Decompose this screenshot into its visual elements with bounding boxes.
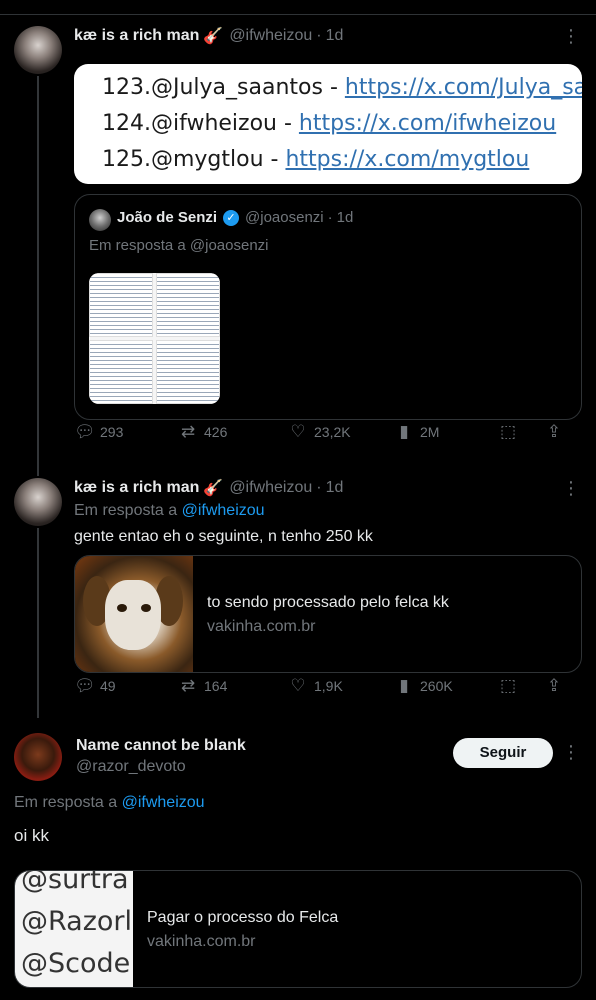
reply-context: Em resposta a @ifwheizou <box>74 502 265 519</box>
reply-button[interactable]: 💬︎ 49 <box>74 676 116 696</box>
separator-dot: · <box>316 479 322 496</box>
display-name[interactable]: kæ is a rich man <box>74 479 199 497</box>
reply-to-link[interactable]: @ifwheizou <box>122 794 205 811</box>
repost-icon: ⇄ <box>180 676 196 695</box>
link-card[interactable]: to sendo processado pelo felca kk vakinh… <box>74 555 582 673</box>
card-thumbnail <box>75 556 193 672</box>
timestamp[interactable]: 1d <box>326 479 344 497</box>
guitar-emoji: 🎸 <box>203 28 224 45</box>
like-button[interactable]: ♡ 1,9K <box>288 676 342 696</box>
tweet-header: kæ is a rich man 🎸 @ifwheizou · 1d <box>74 26 343 46</box>
views-button[interactable]: ▮ 2M <box>394 422 439 442</box>
quoted-tweet[interactable]: João de Senzi ✓ @joaosenzi · 1d Em respo… <box>74 194 582 420</box>
bookmark-icon: ⬚ <box>499 422 517 441</box>
more-icon[interactable]: ⋮ <box>561 26 581 46</box>
link-card[interactable]: @surtra @Razorl @Scode Pagar o processo … <box>14 870 582 988</box>
views-icon: ▮ <box>399 422 409 441</box>
top-divider <box>0 14 596 15</box>
card-title: to sendo processado pelo felca kk <box>207 594 449 611</box>
repost-button[interactable]: ⇄ 164 <box>178 676 227 696</box>
like-button[interactable]: ♡ 23,2K <box>288 422 350 442</box>
display-name[interactable]: kæ is a rich man <box>74 27 199 45</box>
reply-context: Em resposta a @ifwheizou <box>14 794 205 811</box>
follow-button[interactable]: Seguir <box>453 738 553 768</box>
share-button[interactable]: ⇪ <box>544 676 564 696</box>
quote-reply-context: Em resposta a @joaosenzi <box>89 237 269 254</box>
card-domain: vakinha.com.br <box>207 618 316 635</box>
reply-to-link[interactable]: @ifwheizou <box>182 502 265 519</box>
views-icon: ▮ <box>399 676 409 695</box>
tweet-text: gente entao eh o seguinte, n tenho 250 k… <box>74 528 373 545</box>
quote-display-name: João de Senzi <box>117 209 218 226</box>
share-icon: ⇪ <box>546 422 562 441</box>
quote-handle: @joaosenzi <box>245 209 324 226</box>
more-icon[interactable]: ⋮ <box>561 478 581 498</box>
bookmark-icon: ⬚ <box>499 676 517 695</box>
guitar-emoji: 🎸 <box>203 480 224 497</box>
image-line: 123.@Julya_saantos - https://x.com/Julya… <box>102 75 582 100</box>
share-icon: ⇪ <box>546 676 562 695</box>
card-title: Pagar o processo do Felca <box>147 909 339 926</box>
handle[interactable]: @ifwheizou <box>229 479 312 497</box>
thread-line <box>37 528 39 718</box>
display-name[interactable]: Name cannot be blank <box>76 737 246 755</box>
like-icon: ♡ <box>290 422 306 441</box>
repost-button[interactable]: ⇄ 426 <box>178 422 227 442</box>
more-icon[interactable]: ⋮ <box>561 742 581 762</box>
repost-icon: ⇄ <box>180 422 196 441</box>
avatar[interactable] <box>14 478 62 526</box>
card-domain: vakinha.com.br <box>147 933 256 950</box>
timestamp[interactable]: 1d <box>326 27 344 45</box>
tweet-header: kæ is a rich man 🎸 @ifwheizou · 1d <box>74 478 343 498</box>
reply-button[interactable]: 💬︎ 293 <box>74 422 123 442</box>
handle[interactable]: @razor_devoto <box>76 758 186 776</box>
avatar[interactable] <box>14 26 62 74</box>
tweet-text: oi kk <box>14 826 49 845</box>
quote-avatar <box>89 209 111 231</box>
quote-timestamp: 1d <box>336 209 354 226</box>
avatar[interactable] <box>14 733 62 781</box>
reply-icon: 💬︎ <box>74 676 96 695</box>
bookmark-button[interactable]: ⬚ <box>498 676 518 696</box>
handle[interactable]: @ifwheizou <box>229 27 312 45</box>
share-button[interactable]: ⇪ <box>544 422 564 442</box>
like-icon: ♡ <box>290 676 306 695</box>
image-line: 124.@ifwheizou - https://x.com/ifwheizou <box>102 111 557 136</box>
quote-image <box>89 273 220 404</box>
reply-icon: 💬︎ <box>74 422 96 441</box>
tweet-image[interactable]: 123.@Julya_saantos - https://x.com/Julya… <box>74 64 582 184</box>
thread-line <box>37 76 39 476</box>
bookmark-button[interactable]: ⬚ <box>498 422 518 442</box>
separator-dot: · <box>316 27 322 44</box>
verified-icon: ✓ <box>223 209 240 226</box>
views-button[interactable]: ▮ 260K <box>394 676 452 696</box>
image-line: 125.@mygtlou - https://x.com/mygtlou <box>102 147 530 172</box>
card-thumbnail: @surtra @Razorl @Scode <box>15 871 133 987</box>
separator-dot: · <box>327 209 333 226</box>
quote-header: João de Senzi ✓ @joaosenzi · 1d <box>117 209 353 226</box>
